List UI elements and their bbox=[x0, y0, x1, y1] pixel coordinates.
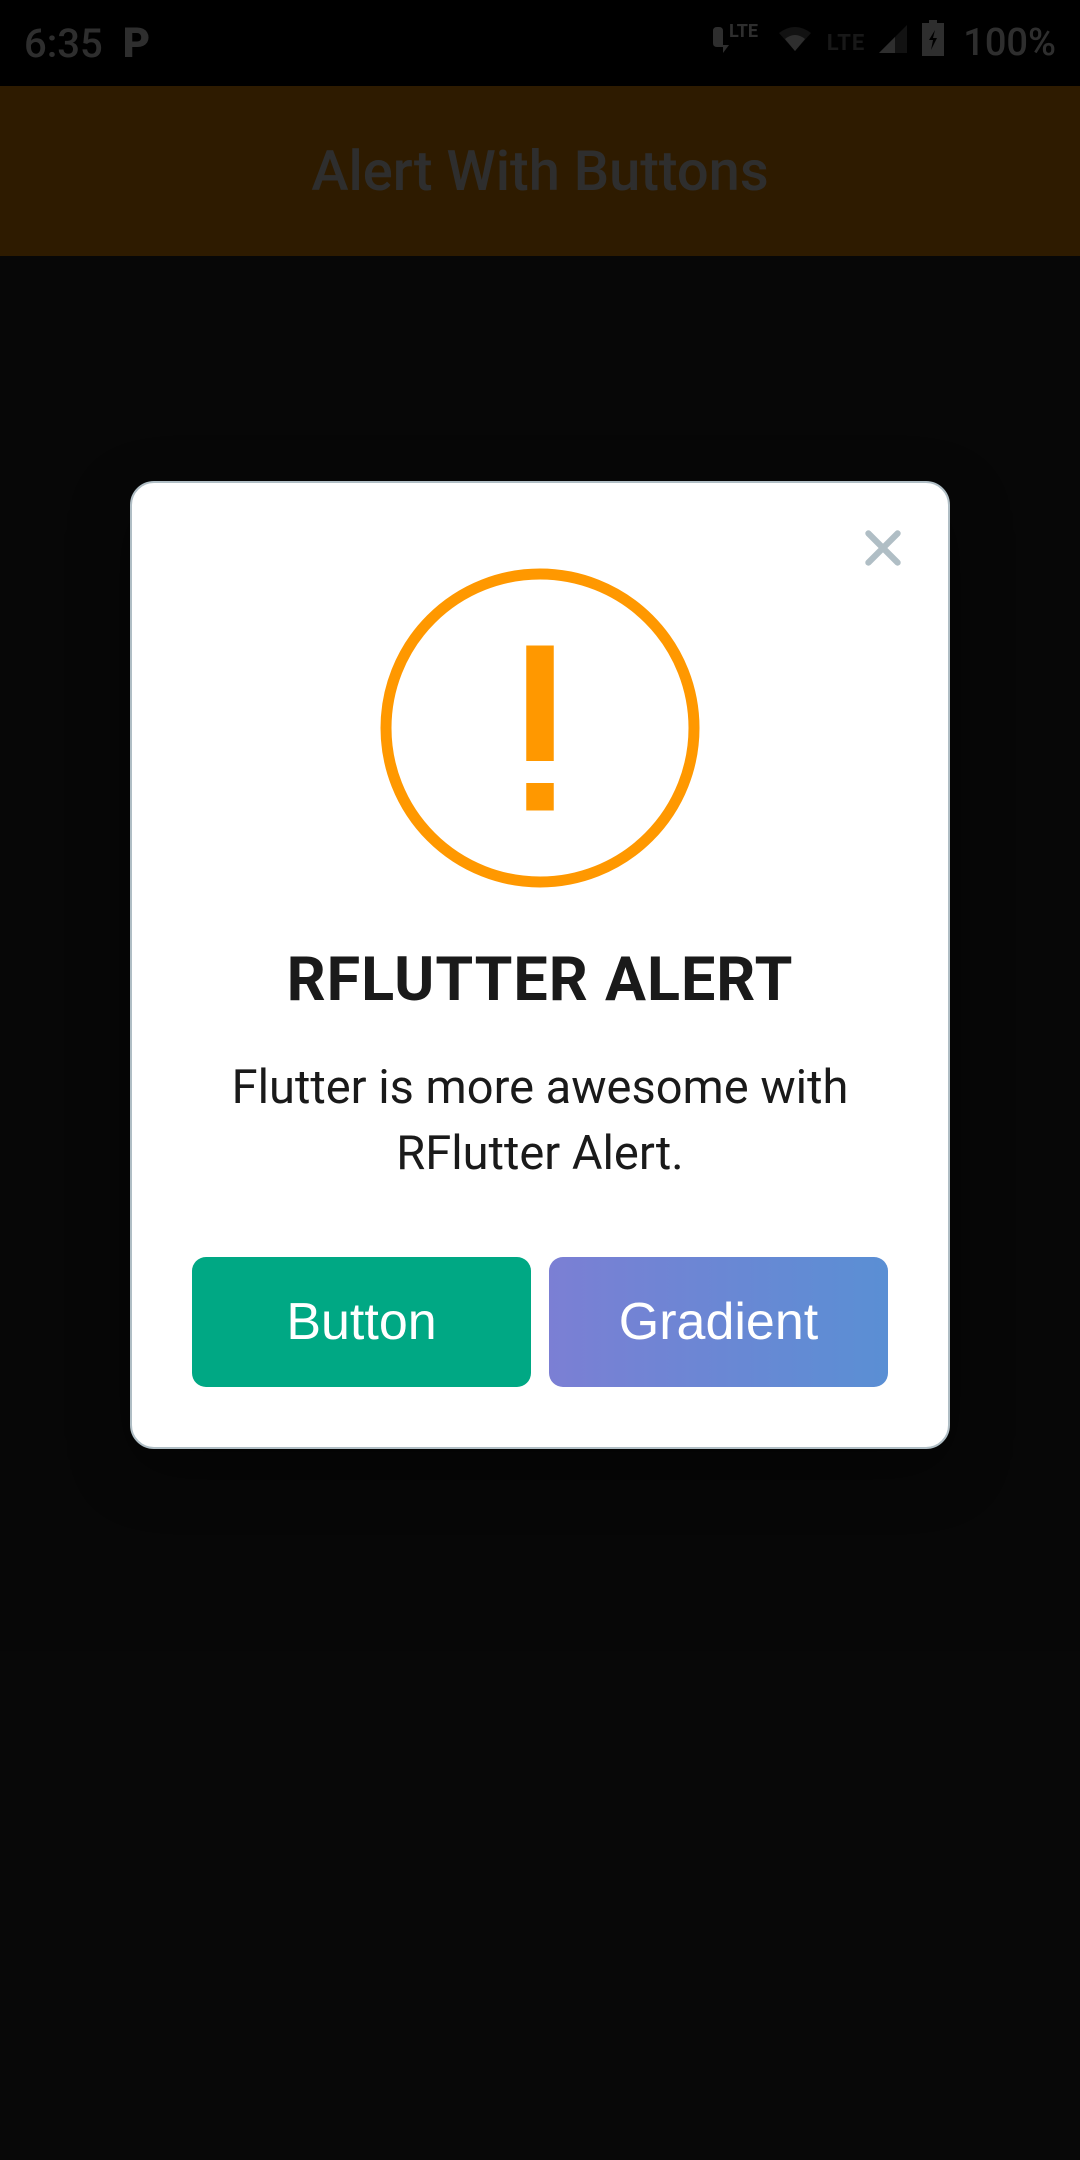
close-button[interactable] bbox=[858, 523, 908, 573]
primary-button[interactable]: Button bbox=[192, 1257, 531, 1387]
warning-icon bbox=[375, 563, 705, 893]
gradient-button[interactable]: Gradient bbox=[549, 1257, 888, 1387]
close-icon bbox=[858, 558, 908, 577]
dialog-title: RFLUTTER ALERT bbox=[287, 943, 794, 1015]
dialog-buttons: Button Gradient bbox=[192, 1257, 888, 1387]
alert-dialog: RFLUTTER ALERT Flutter is more awesome w… bbox=[130, 481, 950, 1449]
dialog-container: RFLUTTER ALERT Flutter is more awesome w… bbox=[0, 0, 1080, 2160]
dialog-message: Flutter is more awesome with RFlutter Al… bbox=[192, 1055, 888, 1187]
